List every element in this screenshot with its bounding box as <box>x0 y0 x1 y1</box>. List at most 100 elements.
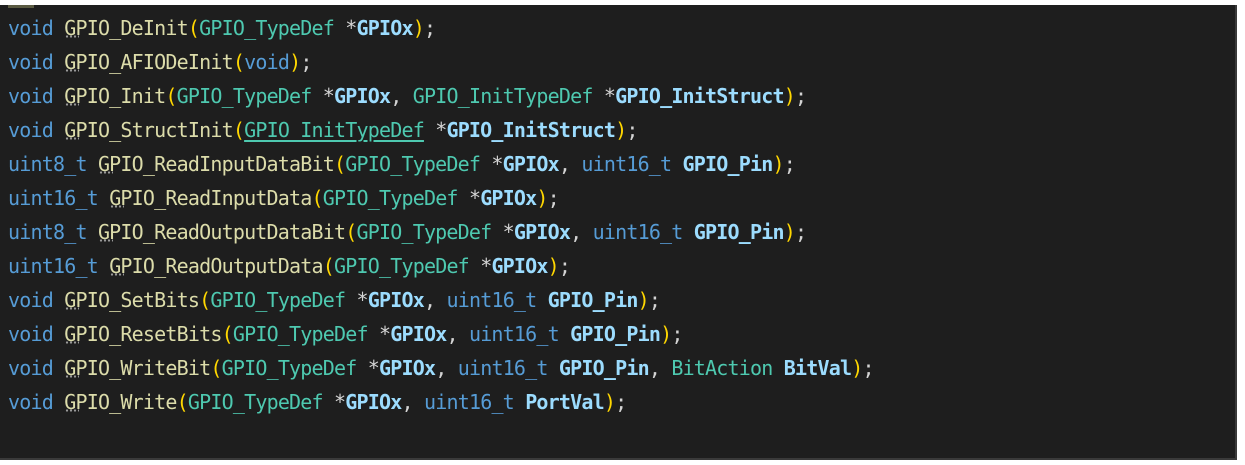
function-name[interactable]: GPIO_ReadOutputDataBit <box>98 220 346 244</box>
code-line[interactable]: uint8_t GPIO_ReadOutputDataBit (GPIO_Type… <box>8 215 874 249</box>
punctuation: , <box>424 288 447 312</box>
bracket: ) <box>536 186 548 210</box>
type-link[interactable]: GPIO_InitTypeDef <box>244 118 425 142</box>
code-line[interactable]: void GPIO_ResetBits (GPIO_TypeDef *GPIOx,… <box>8 317 874 351</box>
suggestion-dots-icon[interactable] <box>110 205 125 208</box>
function-name[interactable]: GPIO_Write <box>64 390 177 414</box>
suggestion-dots-icon[interactable] <box>98 239 113 242</box>
parameter-name: GPIO_Pin <box>558 356 650 380</box>
bracket: ) <box>783 220 796 244</box>
parameter-name: GPIOx <box>379 356 436 380</box>
keyword-token: void <box>8 118 54 142</box>
bracket: ) <box>851 356 863 380</box>
function-name[interactable]: GPIO_SetBits <box>64 288 200 312</box>
function-name[interactable]: GPIO_ReadInputData <box>109 186 312 210</box>
suggestion-dots-icon[interactable] <box>65 307 80 310</box>
punctuation: , <box>570 220 593 244</box>
parameter-name: BitVal <box>783 356 852 380</box>
punctuation: ; <box>671 322 683 346</box>
bracket: ( <box>176 390 189 414</box>
punctuation: ; <box>558 254 571 278</box>
bracket: ) <box>547 254 560 278</box>
function-name[interactable]: GPIO_DeInit <box>64 16 188 40</box>
code-line[interactable]: void GPIO_Init (GPIO_TypeDef *GPIOx, GPIO… <box>8 79 874 113</box>
keyword-token: uint16_t <box>8 186 99 210</box>
bracket: ) <box>615 118 627 142</box>
code-line[interactable]: uint16_t GPIO_ReadOutputData (GPIO_TypeDe… <box>8 249 874 283</box>
parameter-name: GPIOx <box>502 152 560 176</box>
punctuation: * <box>480 254 492 278</box>
function-name[interactable]: GPIO_ResetBits <box>64 322 222 346</box>
punctuation: , <box>446 322 469 346</box>
code-line[interactable]: void GPIO_SetBits (GPIO_TypeDef *GPIOx, u… <box>8 283 874 317</box>
code-line[interactable]: void GPIO_WriteBit (GPIO_TypeDef *GPIOx, … <box>8 351 875 385</box>
type-name: GPIO_TypeDef <box>187 390 324 414</box>
bracket: ( <box>165 84 177 108</box>
code-line[interactable]: uint16_t GPIO_ReadInputData (GPIO_TypeDef… <box>8 181 874 215</box>
punctuation: * <box>468 186 481 210</box>
suggestion-dots-icon[interactable] <box>65 103 80 106</box>
punctuation: * <box>334 390 346 414</box>
punctuation: , <box>401 390 424 414</box>
code-line[interactable]: void GPIO_AFIODeInit (void); <box>8 45 874 79</box>
parameter-name: GPIOx <box>491 254 548 278</box>
suggestion-dots-icon[interactable] <box>65 69 80 72</box>
code-editor[interactable]: void GPIO_DeInit (GPIO_TypeDef *GPIOx); vo… <box>0 5 1237 460</box>
function-name[interactable]: GPIO_ReadOutputData <box>109 254 323 278</box>
parameter-name: GPIOx <box>356 16 414 40</box>
suggestion-dots-icon[interactable] <box>110 273 125 276</box>
suggestion-dots-icon[interactable] <box>65 137 80 140</box>
keyword-token: uint16_t <box>8 254 99 278</box>
code-line[interactable]: uint8_t GPIO_ReadInputDataBit (GPIO_TypeD… <box>8 147 874 181</box>
parameter-name: GPIOx <box>480 186 537 210</box>
parameter-name: GPIO_Pin <box>682 152 774 176</box>
bracket: ) <box>783 84 796 108</box>
type-name: GPIO_TypeDef <box>322 186 459 210</box>
bracket: ) <box>289 50 301 74</box>
bracket: ( <box>232 118 245 142</box>
suggestion-dots-icon[interactable] <box>65 409 80 412</box>
code-line[interactable]: void GPIO_Write (GPIO_TypeDef *GPIOx, uin… <box>8 385 874 419</box>
bracket: ( <box>311 186 324 210</box>
keyword-token: void <box>8 16 54 40</box>
keyword-token: void <box>244 50 290 74</box>
suggestion-dots-icon[interactable] <box>98 171 113 174</box>
bracket: ( <box>199 288 211 312</box>
function-name[interactable]: GPIO_StructInit <box>64 118 233 142</box>
keyword-token: void <box>8 288 54 312</box>
function-name[interactable]: GPIO_ReadInputDataBit <box>98 152 335 176</box>
punctuation: ; <box>424 16 436 40</box>
function-name[interactable]: GPIO_Init <box>64 84 166 108</box>
keyword-token: uint16_t <box>446 288 537 312</box>
punctuation: * <box>435 118 447 142</box>
suggestion-dots-icon[interactable] <box>65 341 80 344</box>
keyword-token: uint16_t <box>581 152 672 176</box>
function-name[interactable]: GPIO_WriteBit <box>64 356 211 380</box>
punctuation: ; <box>615 390 627 414</box>
parameter-name: GPIOx <box>513 220 571 244</box>
code-line[interactable]: void GPIO_StructInit (GPIO_InitTypeDef *G… <box>8 113 874 147</box>
punctuation: * <box>322 84 335 108</box>
punctuation: * <box>502 220 515 244</box>
punctuation: * <box>367 356 380 380</box>
suggestion-dots-icon[interactable] <box>65 35 80 38</box>
function-name[interactable]: GPIO_AFIODeInit <box>64 50 233 74</box>
suggestion-dots-icon[interactable] <box>65 375 80 378</box>
type-name: GPIO_TypeDef <box>199 16 335 40</box>
code-line[interactable]: void GPIO_DeInit (GPIO_TypeDef *GPIOx); <box>8 11 874 45</box>
